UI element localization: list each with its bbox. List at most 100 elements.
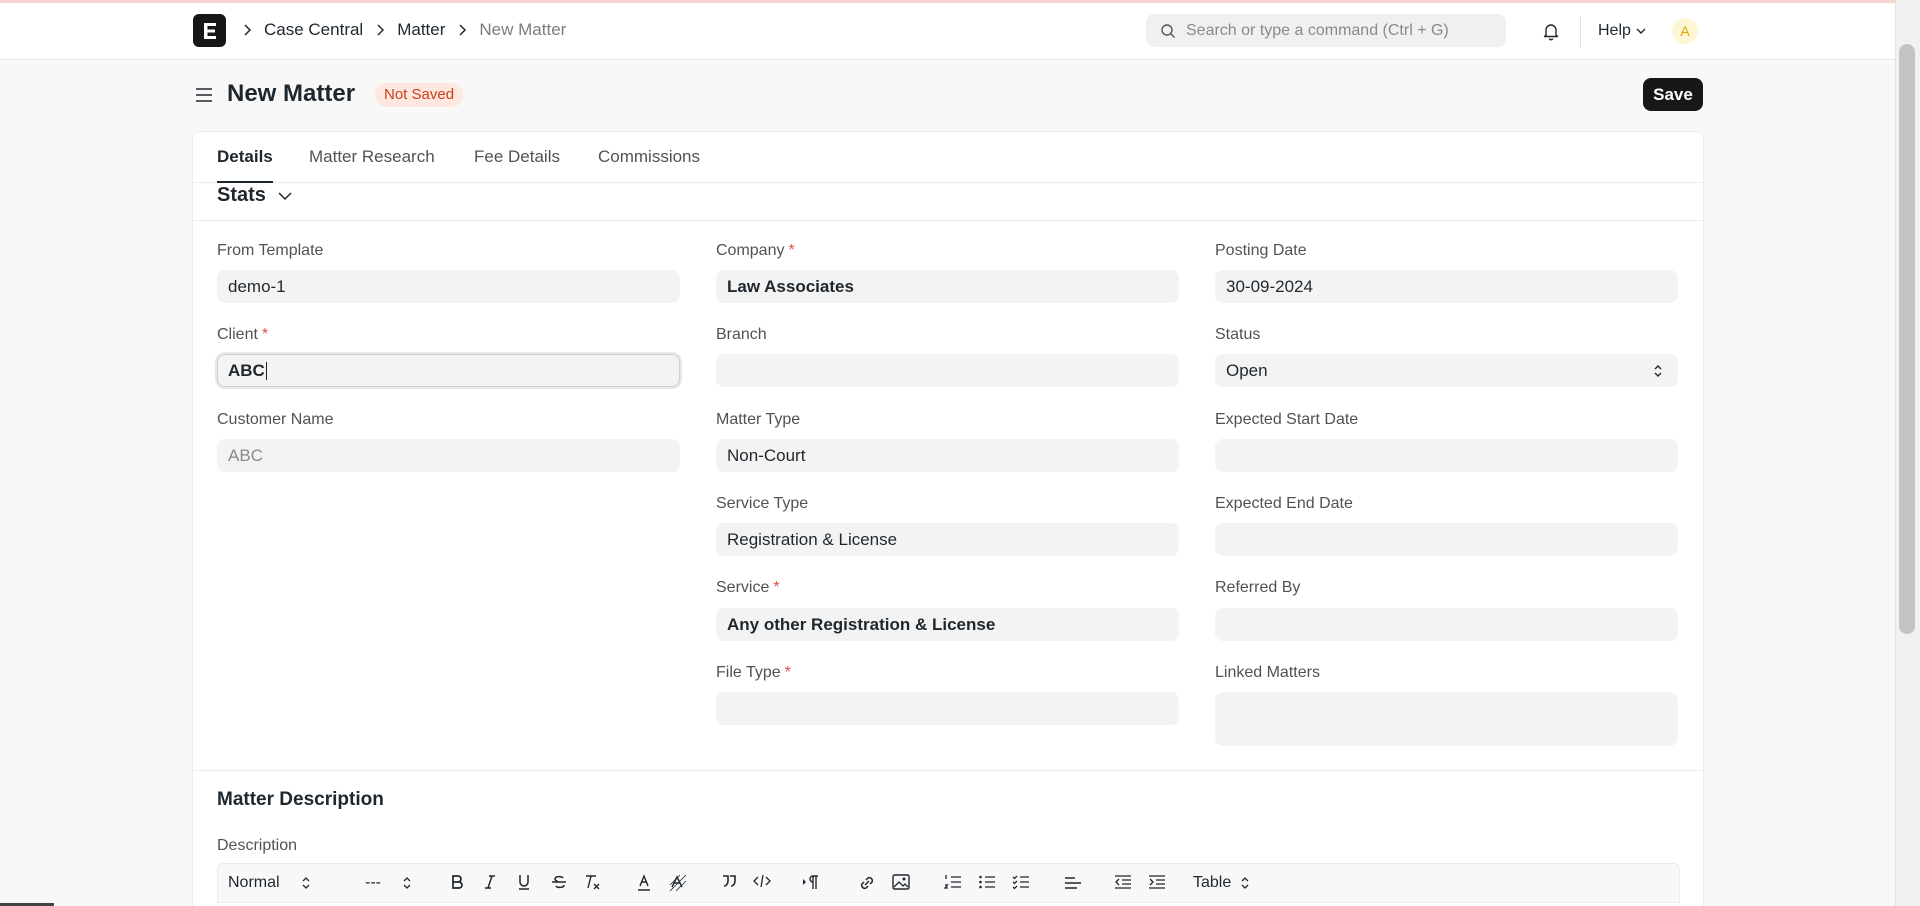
font-color-icon: [638, 874, 650, 891]
search-input[interactable]: [1186, 21, 1486, 40]
strikethrough-icon: [552, 875, 566, 889]
customer-name-field: ABC: [217, 439, 680, 472]
sidebar-toggle[interactable]: [195, 87, 213, 108]
posting-date-label: Posting Date: [1215, 242, 1307, 259]
ordered-list-icon: [944, 875, 961, 889]
navbar: Case Central Matter New Matter Help A: [0, 3, 1895, 60]
avatar[interactable]: A: [1672, 18, 1698, 44]
tab-commissions[interactable]: Commissions: [598, 147, 700, 167]
help-label: Help: [1598, 22, 1631, 39]
help-dropdown[interactable]: Help: [1598, 22, 1647, 40]
save-button[interactable]: Save: [1643, 78, 1703, 111]
font-color-button[interactable]: [636, 874, 652, 892]
from-template-label: From Template: [217, 242, 324, 259]
from-template-field[interactable]: demo-1: [217, 270, 680, 303]
logo-e-icon: [203, 22, 216, 39]
posting-date-field[interactable]: 30-09-2024: [1215, 270, 1678, 303]
client-value: ABC: [228, 360, 265, 380]
breadcrumb-matter[interactable]: Matter: [397, 20, 445, 40]
search-icon: [1161, 23, 1175, 38]
chevron-right-icon: [459, 24, 467, 36]
font-size-select[interactable]: ---: [365, 874, 411, 892]
breadcrumb-case-central[interactable]: Case Central: [264, 20, 363, 40]
breadcrumb: Case Central Matter New Matter: [242, 20, 566, 40]
client-field[interactable]: ABC: [217, 354, 680, 387]
strikethrough-button[interactable]: [551, 874, 567, 890]
service-field[interactable]: Any other Registration & License: [716, 608, 1179, 641]
image-icon: [892, 874, 910, 890]
required-marker: *: [773, 579, 780, 596]
image-button[interactable]: [892, 874, 910, 890]
matter-type-field[interactable]: Non-Court: [716, 439, 1179, 472]
service-label: Service *: [716, 579, 780, 597]
linked-matters-field[interactable]: [1215, 692, 1678, 746]
text-direction-button[interactable]: [802, 874, 820, 890]
page-title: New Matter: [227, 80, 356, 107]
paragraph-direction-icon: [803, 875, 818, 889]
underline-button[interactable]: [517, 874, 531, 890]
select-arrows-icon: [1654, 365, 1662, 377]
branch-field[interactable]: [716, 354, 1179, 387]
tab-details[interactable]: Details: [217, 147, 273, 167]
client-label-text: Client: [217, 326, 258, 343]
notifications-button[interactable]: [1541, 21, 1561, 46]
company-label: Company *: [716, 242, 795, 260]
chevron-down-icon: [1636, 28, 1646, 34]
app-logo[interactable]: [193, 14, 226, 47]
matter-type-label: Matter Type: [716, 411, 801, 428]
referred-by-label: Referred By: [1215, 579, 1301, 596]
search-bar[interactable]: [1146, 14, 1506, 47]
tab-matter-research[interactable]: Matter Research: [309, 147, 435, 167]
ordered-list-button[interactable]: [944, 874, 962, 890]
bullet-list-button[interactable]: [978, 874, 996, 890]
select-arrows-icon: [302, 877, 310, 889]
company-field[interactable]: Law Associates: [716, 270, 1179, 303]
align-button[interactable]: [1064, 874, 1082, 890]
bell-icon: [1543, 24, 1559, 41]
code-block-button[interactable]: [753, 874, 771, 888]
section-toggle-stats[interactable]: Stats: [217, 184, 292, 207]
scrollbar-thumb[interactable]: [1899, 44, 1915, 634]
section-title: Stats: [217, 184, 266, 206]
table-select[interactable]: Table: [1193, 874, 1249, 892]
italic-button[interactable]: [484, 874, 496, 890]
chevron-right-icon: [377, 24, 385, 36]
indent-button[interactable]: [1148, 874, 1166, 890]
tab-fee-details[interactable]: Fee Details: [474, 147, 560, 167]
link-button[interactable]: [858, 874, 876, 892]
text-style-value: Normal: [228, 874, 280, 891]
expected-start-date-field[interactable]: [1215, 439, 1678, 472]
status-label: Status: [1215, 326, 1261, 343]
align-left-icon: [1065, 877, 1081, 889]
status-select[interactable]: Open: [1215, 354, 1678, 387]
checklist-icon: [1012, 875, 1029, 890]
blockquote-button[interactable]: [721, 874, 737, 888]
section-divider: [193, 770, 1703, 771]
text-style-select[interactable]: Normal: [228, 874, 310, 892]
expected-end-date-field[interactable]: [1215, 523, 1678, 556]
bold-icon: [452, 875, 463, 889]
active-tab-indicator: [217, 181, 273, 183]
referred-by-field[interactable]: [1215, 608, 1678, 641]
font-size-value: ---: [365, 874, 381, 891]
file-type-field[interactable]: [716, 692, 1179, 725]
file-type-label-text: File Type: [716, 664, 781, 681]
highlight-button[interactable]: [669, 874, 687, 892]
outdent-button[interactable]: [1114, 874, 1132, 890]
chevron-right-icon: [244, 24, 252, 36]
status-value: Open: [1226, 360, 1268, 380]
service-type-label: Service Type: [716, 495, 809, 512]
select-arrows-icon: [403, 877, 411, 889]
bold-button[interactable]: [450, 874, 464, 890]
editor-toolbar: Normal --- Table: [217, 863, 1680, 903]
description-label: Description: [217, 837, 298, 854]
service-type-field[interactable]: Registration & License: [716, 523, 1179, 556]
underline-icon: [519, 875, 529, 890]
clear-format-button[interactable]: [584, 874, 600, 890]
company-label-text: Company: [716, 242, 785, 259]
breadcrumb-new-matter: New Matter: [479, 20, 567, 39]
required-marker: *: [784, 664, 791, 681]
check-list-button[interactable]: [1012, 874, 1030, 890]
form-card: Details Matter Research Fee Details Comm…: [192, 131, 1704, 906]
italic-icon: [485, 875, 495, 889]
